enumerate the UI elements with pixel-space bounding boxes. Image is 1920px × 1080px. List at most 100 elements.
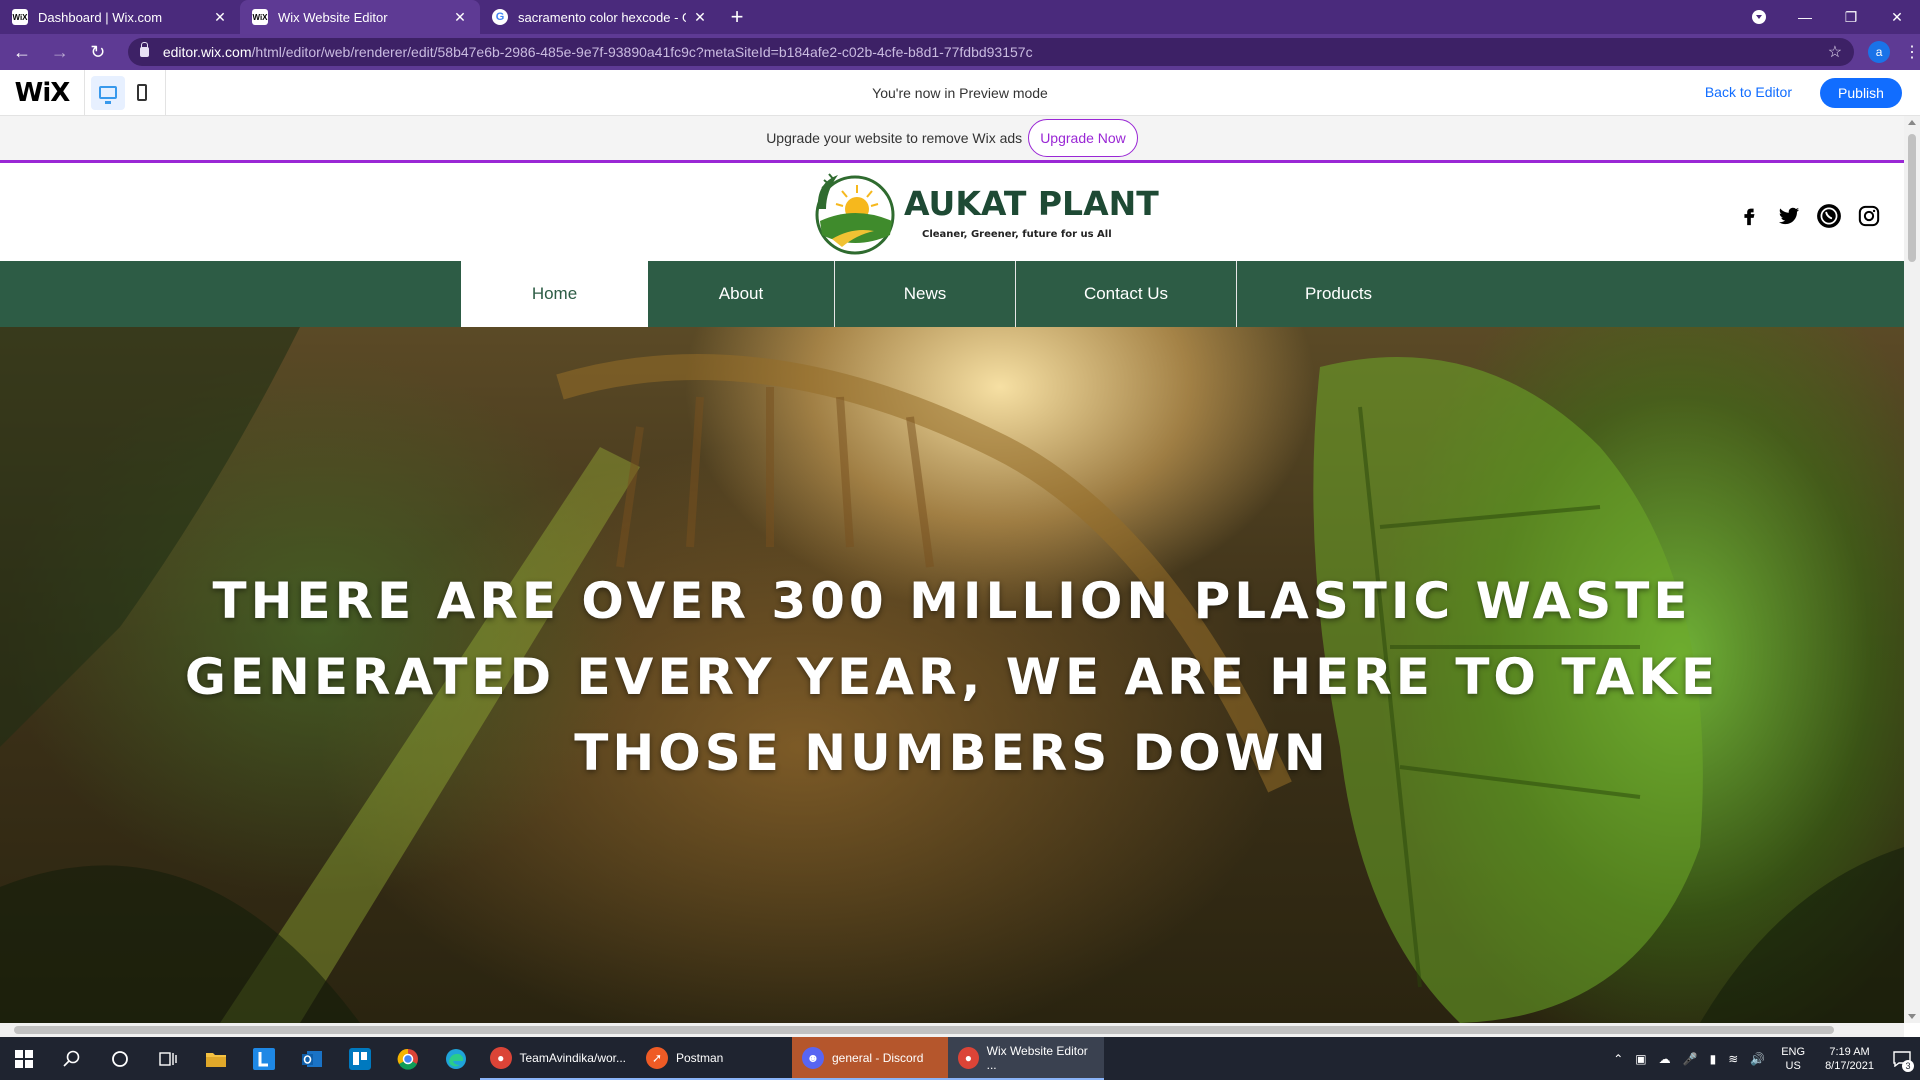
upgrade-now-button[interactable]: Upgrade Now xyxy=(1028,119,1138,157)
forward-arrow-icon[interactable]: → xyxy=(44,36,76,68)
close-tab-icon[interactable]: ✕ xyxy=(692,9,708,25)
browser-tab-strip: WiX Dashboard | Wix.com ✕ WiX Wix Websit… xyxy=(0,0,1920,34)
windows-start-icon[interactable] xyxy=(0,1037,48,1080)
windows-taskbar: ● TeamAvindika/wor... ➚ Postman ☻ genera… xyxy=(0,1037,1920,1080)
brand-tagline: Cleaner, Greener, future for us All xyxy=(922,229,1112,240)
desktop-view-button[interactable] xyxy=(91,75,125,110)
site-logo[interactable]: AUKAT PLANT Cleaner, Greener, future for… xyxy=(812,169,1159,255)
browser-toolbar: ← → ↻ editor.wix.com/html/editor/web/ren… xyxy=(0,34,1920,70)
taskbar-app-label: TeamAvindika/wor... xyxy=(519,1050,627,1065)
site-header: AUKAT PLANT Cleaner, Greener, future for… xyxy=(0,163,1904,261)
leaf-sun-emblem-icon xyxy=(815,173,895,255)
bookmark-star-icon[interactable]: ☆ xyxy=(1828,42,1842,62)
taskbar-app-label: general - Discord xyxy=(832,1050,924,1065)
back-arrow-icon[interactable]: ← xyxy=(6,36,38,68)
browser-tab-wix-editor[interactable]: WiX Wix Website Editor ✕ xyxy=(240,0,480,34)
upgrade-message: Upgrade your website to remove Wix ads xyxy=(766,130,1023,146)
clock-date: 8/17/2021 xyxy=(1825,1059,1874,1072)
taskbar-app-postman[interactable]: ➚ Postman xyxy=(636,1037,792,1080)
volume-icon[interactable]: 🔊 xyxy=(1750,1052,1765,1066)
preview-mode-message: You're now in Preview mode xyxy=(872,84,1048,101)
brand-title: AUKAT PLANT xyxy=(904,184,1159,223)
brand-name-block: AUKAT PLANT Cleaner, Greener, future for… xyxy=(904,184,1159,240)
scrollbar-thumb[interactable] xyxy=(14,1026,1834,1034)
taskbar-app-label: Wix Website Editor ... xyxy=(986,1043,1088,1072)
file-explorer-icon[interactable] xyxy=(192,1037,240,1080)
url-text[interactable]: editor.wix.com/html/editor/web/renderer/… xyxy=(163,44,1828,60)
region-code: US xyxy=(1785,1059,1801,1072)
language-indicator[interactable]: ENG US xyxy=(1781,1045,1805,1073)
taskbar-app-wix-editor[interactable]: ● Wix Website Editor ... xyxy=(948,1037,1104,1080)
desktop-icon xyxy=(99,86,117,104)
notification-center-icon[interactable]: 3 xyxy=(1884,1037,1920,1080)
restore-icon[interactable]: ❐ xyxy=(1828,9,1874,26)
nav-products[interactable]: Products xyxy=(1237,261,1440,327)
task-view-icon[interactable] xyxy=(144,1037,192,1080)
trello-icon[interactable] xyxy=(336,1037,384,1080)
nav-about[interactable]: About xyxy=(648,261,835,327)
nav-contact-us[interactable]: Contact Us xyxy=(1016,261,1237,327)
battery-icon[interactable]: ▮ xyxy=(1710,1052,1717,1066)
minimize-icon[interactable]: — xyxy=(1782,9,1828,25)
chevron-up-icon[interactable]: ⌃ xyxy=(1613,1052,1623,1066)
wix-favicon-icon: WiX xyxy=(12,9,28,25)
wix-favicon-icon: WiX xyxy=(252,9,268,25)
tab-title: Dashboard | Wix.com xyxy=(38,9,163,25)
meet-now-icon[interactable]: ▣ xyxy=(1635,1052,1646,1066)
postman-icon: ➚ xyxy=(646,1046,668,1069)
profile-avatar[interactable]: a xyxy=(1868,41,1891,63)
outlook-icon[interactable] xyxy=(288,1037,336,1080)
close-tab-icon[interactable]: ✕ xyxy=(452,9,468,25)
onedrive-cloud-icon[interactable]: ☁ xyxy=(1659,1052,1671,1066)
mobile-icon xyxy=(137,84,147,101)
scrollbar-thumb[interactable] xyxy=(1908,134,1916,262)
clock[interactable]: 7:19 AM 8/17/2021 xyxy=(1825,1045,1874,1073)
twitter-icon[interactable] xyxy=(1776,203,1802,229)
wix-logo[interactable]: WiX xyxy=(0,78,84,108)
hero-section: THERE ARE OVER 300 MILLION PLASTIC WASTE… xyxy=(0,327,1904,1023)
new-tab-button[interactable]: + xyxy=(720,0,754,34)
whatsapp-icon[interactable] xyxy=(1816,203,1842,229)
site-nav: Home About News Contact Us Products xyxy=(0,261,1904,327)
reload-icon[interactable]: ↻ xyxy=(82,36,114,68)
chrome-icon: ● xyxy=(490,1046,512,1069)
address-bar[interactable]: editor.wix.com/html/editor/web/renderer/… xyxy=(127,38,1855,66)
browser-tab-dashboard[interactable]: WiX Dashboard | Wix.com ✕ xyxy=(0,0,240,34)
social-bar xyxy=(1722,203,1882,229)
notification-count: 3 xyxy=(1902,1060,1914,1072)
taskbar-app-label: Postman xyxy=(676,1050,724,1065)
chrome-icon: ● xyxy=(958,1046,979,1069)
device-switcher xyxy=(84,69,166,116)
nav-home[interactable]: Home xyxy=(461,261,648,327)
taskbar-app-github[interactable]: ● TeamAvindika/wor... xyxy=(480,1037,636,1080)
wix-preview-bar: WiX You're now in Preview mode Back to E… xyxy=(0,69,1920,116)
close-window-icon[interactable]: ✕ xyxy=(1874,9,1920,26)
scroll-down-icon[interactable] xyxy=(1908,1014,1916,1019)
microphone-icon[interactable]: 🎤 xyxy=(1683,1052,1698,1066)
system-tray: ⌃ ▣ ☁ 🎤 ▮ ≋ 🔊 ENG US 7:19 AM 8/17/2021 3 xyxy=(1607,1037,1920,1080)
facebook-icon[interactable] xyxy=(1736,203,1762,229)
taskbar-app-discord[interactable]: ☻ general - Discord xyxy=(792,1037,948,1080)
back-to-editor-link[interactable]: Back to Editor xyxy=(1705,84,1792,100)
browser-tab-google-search[interactable]: G sacramento color hexcode - Goo ✕ xyxy=(480,0,720,34)
tab-search-icon[interactable] xyxy=(1752,10,1766,24)
edge-icon[interactable] xyxy=(432,1037,480,1080)
scroll-up-icon[interactable] xyxy=(1908,120,1916,125)
l-app-icon[interactable] xyxy=(240,1037,288,1080)
more-menu-icon[interactable]: ⋮ xyxy=(1904,42,1920,62)
clock-time: 7:19 AM xyxy=(1829,1045,1870,1058)
publish-button[interactable]: Publish xyxy=(1820,78,1902,108)
wifi-icon[interactable]: ≋ xyxy=(1728,1052,1738,1066)
chrome-icon[interactable] xyxy=(384,1037,432,1080)
vertical-scrollbar[interactable] xyxy=(1904,116,1920,1023)
horizontal-scrollbar[interactable] xyxy=(0,1023,1904,1037)
search-icon[interactable] xyxy=(48,1037,96,1080)
instagram-icon[interactable] xyxy=(1856,203,1882,229)
close-tab-icon[interactable]: ✕ xyxy=(212,9,228,25)
cortana-icon[interactable] xyxy=(96,1037,144,1080)
tab-title: sacramento color hexcode - Goo xyxy=(518,9,686,25)
nav-news[interactable]: News xyxy=(835,261,1016,327)
lock-icon[interactable] xyxy=(139,42,149,57)
mobile-view-button[interactable] xyxy=(125,76,159,110)
hero-headline: THERE ARE OVER 300 MILLION PLASTIC WASTE… xyxy=(184,572,1720,782)
